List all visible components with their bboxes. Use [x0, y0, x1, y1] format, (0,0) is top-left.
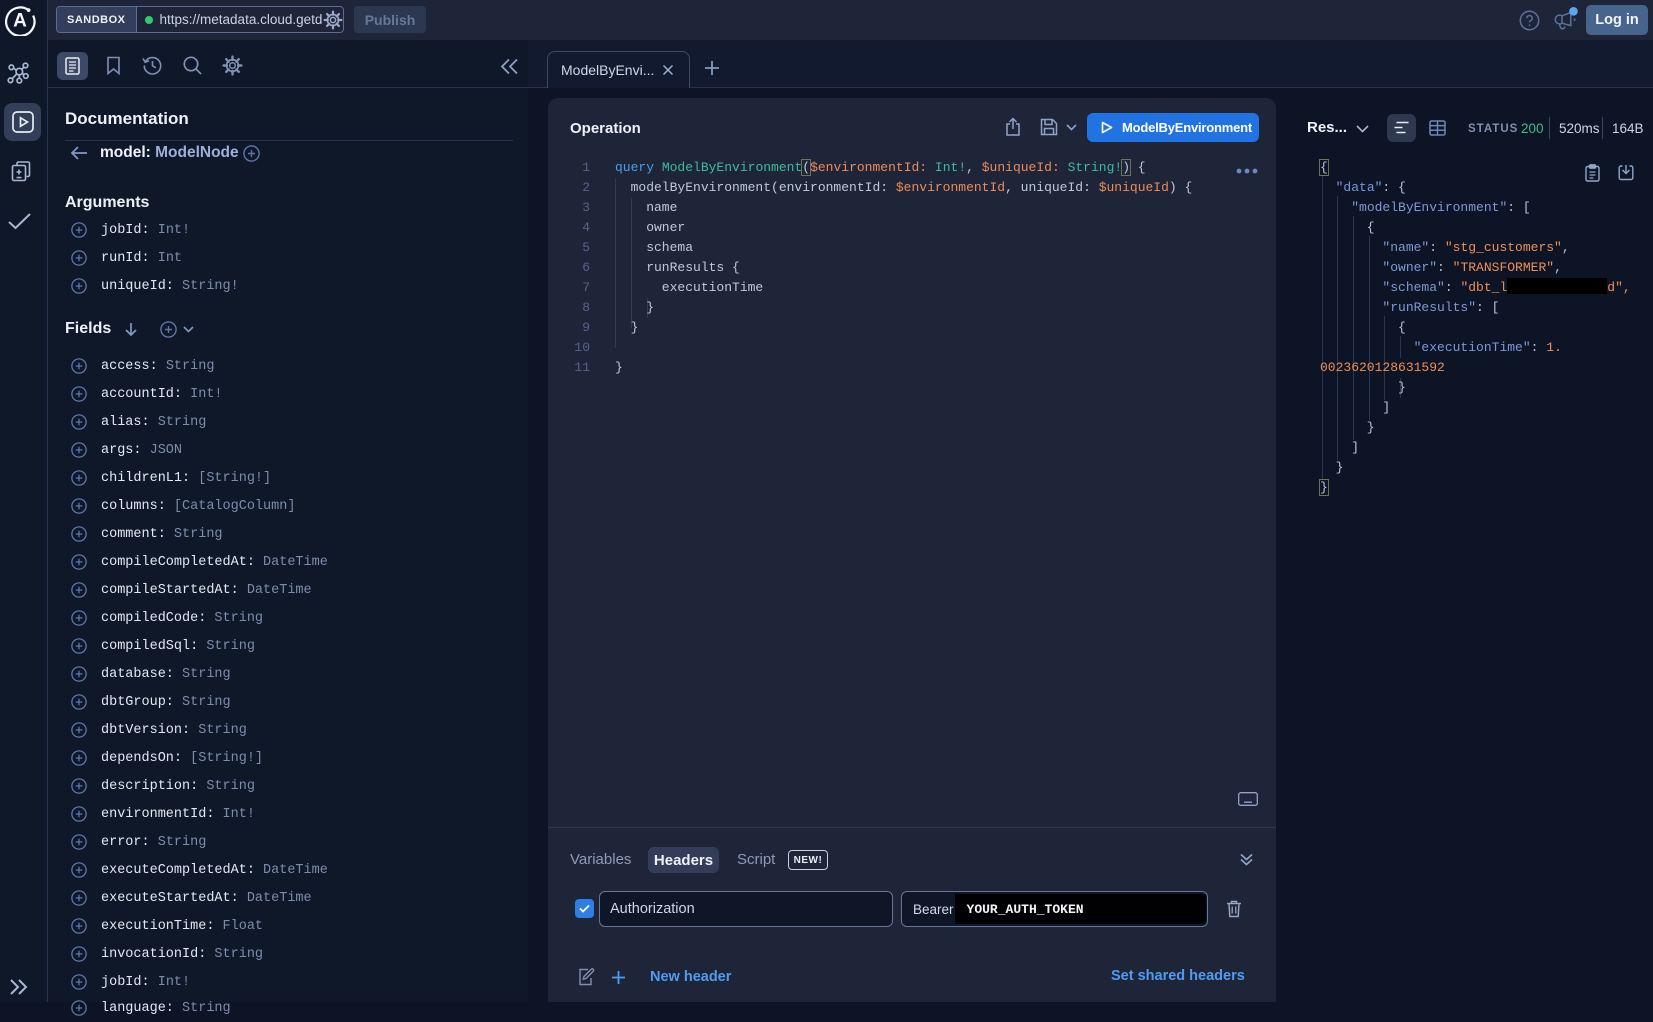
- svg-text:A: A: [13, 11, 27, 32]
